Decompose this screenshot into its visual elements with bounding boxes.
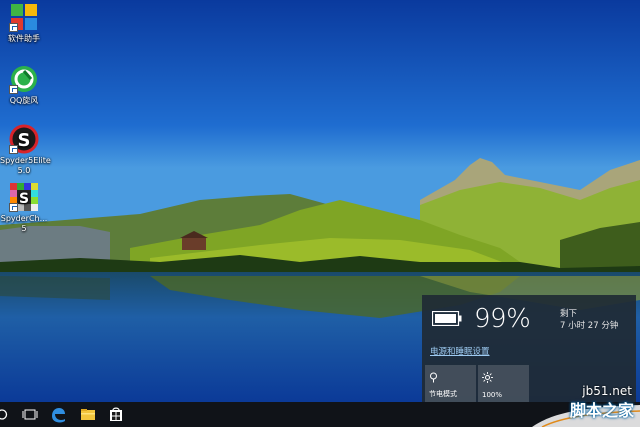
desktop-icon-qq-whirlwind[interactable]: QQ旋风 <box>0 64 48 106</box>
spyder-elite-icon: S <box>9 124 39 154</box>
edge-icon <box>52 408 65 423</box>
shortcut-arrow-icon <box>9 145 18 154</box>
task-view-button[interactable] <box>16 402 44 427</box>
file-explorer-icon <box>81 409 95 420</box>
watermark-name: 脚本之家 <box>569 401 634 420</box>
svg-text:S: S <box>18 130 31 151</box>
brightness-tile[interactable]: 100% <box>478 365 529 402</box>
desktop-icon-label: SpyderCh... 5 <box>0 214 48 233</box>
shortcut-arrow-icon <box>9 85 18 94</box>
battery-percentage: 99% <box>474 304 531 334</box>
desktop-icon-label: 软件助手 <box>8 34 40 43</box>
battery-saver-icon <box>429 368 438 387</box>
software-assistant-icon <box>9 2 39 32</box>
desktop-icon-software-assistant[interactable]: 软件助手 <box>0 2 48 44</box>
desktop-icon-spyder-checkr[interactable]: S SpyderCh... 5 <box>0 182 48 234</box>
battery-saver-label: 节电模式 <box>429 390 457 398</box>
site-watermark: jb51.net 脚本之家 <box>532 377 640 427</box>
desktop-icon-label: Spyder5Elite 5.0 <box>0 156 51 175</box>
edge-button[interactable] <box>44 402 72 427</box>
desktop-icon-spyder-elite[interactable]: S Spyder5Elite 5.0 <box>0 124 51 176</box>
file-explorer-button[interactable] <box>74 402 102 427</box>
battery-icon <box>431 310 462 330</box>
brightness-label: 100% <box>482 391 503 399</box>
svg-text:S: S <box>19 191 29 207</box>
store-icon <box>110 407 122 421</box>
watermark-site: jb51.net <box>582 384 632 398</box>
spyder-checkr-icon: S <box>9 182 39 212</box>
shortcut-arrow-icon <box>9 23 18 32</box>
task-view-icon <box>22 409 38 420</box>
battery-remaining-time: 7 小时 27 分钟 <box>560 321 619 331</box>
battery-remaining-label: 剩下 <box>560 309 578 319</box>
desktop-icon-label: QQ旋风 <box>9 96 39 105</box>
store-button[interactable] <box>102 402 130 427</box>
shortcut-arrow-icon <box>9 203 18 212</box>
qq-whirlwind-icon <box>9 64 39 94</box>
brightness-icon <box>482 368 493 387</box>
power-sleep-settings-link[interactable]: 电源和睡眠设置 <box>430 345 490 357</box>
battery-saver-tile[interactable]: 节电模式 <box>425 365 476 402</box>
